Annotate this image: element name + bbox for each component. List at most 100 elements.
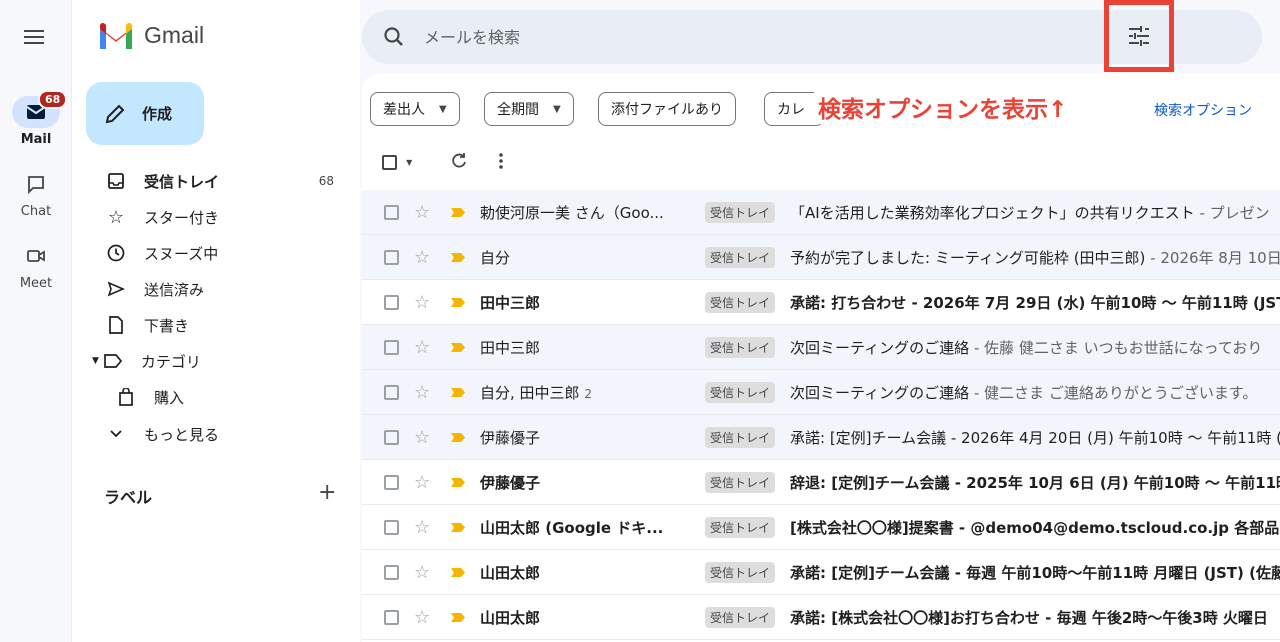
caret-down-icon: ▼: [439, 103, 447, 115]
email-row[interactable]: ☆ 勅使河原一美 さん（Goo... 受信トレイ 「AIを活用した業務効率化プロジェク…: [362, 190, 1280, 235]
star-icon[interactable]: ☆: [414, 427, 430, 448]
importance-marker-icon[interactable]: [450, 387, 466, 398]
filter-chip-attachment[interactable]: 添付ファイルあり: [598, 92, 736, 126]
inbox-tag: 受信トレイ: [705, 291, 776, 313]
nav-item-drafts[interactable]: 下書き: [72, 309, 344, 341]
star-icon[interactable]: ☆: [414, 562, 430, 583]
rail-item-chat[interactable]: Chat: [0, 168, 72, 219]
email-sender: 山田太郎: [480, 563, 541, 582]
caret-down-icon: ▼: [553, 103, 561, 115]
star-icon: ☆: [107, 206, 125, 228]
rail-label-mail: Mail: [20, 132, 52, 147]
email-row[interactable]: ☆ 田中三郎 受信トレイ 承諾: 打ち合わせ - 2026年 7月 29日 (水) 午…: [362, 280, 1280, 325]
nav-item-sent[interactable]: 送信済み: [72, 273, 344, 305]
nav-item-categories[interactable]: ▼ カテゴリ: [72, 345, 344, 377]
nav-item-purchases[interactable]: 購入: [72, 381, 344, 413]
star-icon[interactable]: ☆: [414, 517, 430, 538]
importance-marker-icon[interactable]: [450, 297, 466, 308]
row-checkbox[interactable]: [384, 384, 399, 400]
filter-chip-attachment-label: 添付ファイルあり: [611, 102, 723, 118]
email-sender: 勅使河原一美 さん（Goo...: [480, 203, 664, 222]
importance-marker-icon[interactable]: [450, 522, 466, 533]
email-subject-line: 承諾: 打ち合わせ - 2026年 7月 29日 (水) 午前10時 〜 午前1…: [790, 292, 1280, 313]
importance-marker-icon[interactable]: [450, 477, 466, 488]
filter-chip-date[interactable]: 全期間 ▼: [484, 92, 574, 126]
email-sender: 自分, 田中三郎 2: [480, 383, 592, 402]
more-options-icon[interactable]: [498, 152, 504, 174]
rail-item-mail[interactable]: 68 Mail: [0, 90, 72, 147]
importance-marker-icon[interactable]: [450, 252, 466, 263]
caret-down-icon: ▼: [406, 158, 413, 167]
gmail-logo-text: Gmail: [144, 22, 205, 48]
nav-item-inbox[interactable]: 受信トレイ 68: [72, 165, 344, 197]
row-checkbox[interactable]: [384, 204, 399, 220]
inbox-tag: 受信トレイ: [705, 561, 776, 583]
advanced-search-link[interactable]: 検索オプション: [1154, 100, 1252, 120]
email-row[interactable]: ☆ 伊藤優子 受信トレイ 承諾: [定例]チーム会議 - 2026年 4月 20日 (…: [362, 415, 1280, 460]
email-row[interactable]: ☆ 自分, 田中三郎 2 受信トレイ 次回ミーティングのご連絡 - 健二さま ご連絡あ…: [362, 370, 1280, 415]
star-icon[interactable]: ☆: [414, 292, 430, 313]
email-row[interactable]: ☆ 田中三郎 受信トレイ 次回ミーティングのご連絡 - 佐藤 健二さま いつもお世話に…: [362, 325, 1280, 370]
select-all-checkbox[interactable]: ▼: [382, 152, 412, 171]
email-row[interactable]: ☆ 自分 受信トレイ 予約が完了しました: ミーティング可能枠 (田中三郎) - 20…: [362, 235, 1280, 280]
email-row[interactable]: ☆ 山田太郎 受信トレイ 承諾: [定例]チーム会議 - 毎週 午前10時〜午前11時…: [362, 550, 1280, 595]
importance-marker-icon[interactable]: [450, 342, 466, 353]
main-menu-icon[interactable]: [22, 26, 46, 50]
row-checkbox[interactable]: [384, 474, 399, 490]
search-icon[interactable]: [382, 25, 406, 49]
row-checkbox[interactable]: [384, 429, 399, 445]
email-row[interactable]: ☆ 山田太郎 (Google ドキ... 受信トレイ [株式会社〇〇様]提案書 - @…: [362, 505, 1280, 550]
row-checkbox[interactable]: [384, 564, 399, 580]
search-options-button[interactable]: [1104, 0, 1174, 72]
nav-label-starred: スター付き: [144, 208, 220, 227]
gmail-logo[interactable]: Gmail: [98, 22, 204, 49]
row-checkbox[interactable]: [384, 339, 399, 355]
email-row[interactable]: ☆ 伊藤優子 受信トレイ 辞退: [定例]チーム会議 - 2025年 10月 6日 (…: [362, 460, 1280, 505]
nav-item-snoozed[interactable]: スヌーズ中: [72, 237, 344, 269]
row-checkbox[interactable]: [384, 609, 399, 625]
video-camera-icon: [27, 250, 45, 262]
email-subject: 承諾: [株式会社〇〇様]お打ち合わせ - 毎週 午後2時〜午後3時 火曜日: [790, 608, 1268, 627]
nav-item-starred[interactable]: ☆ スター付き: [72, 201, 344, 233]
chevron-down-icon: [106, 424, 126, 444]
star-icon[interactable]: ☆: [414, 472, 430, 493]
send-icon: [106, 279, 126, 299]
star-icon[interactable]: ☆: [414, 382, 430, 403]
app-rail: 68 Mail Chat Meet: [0, 0, 72, 642]
importance-marker-icon[interactable]: [450, 207, 466, 218]
email-sender: 自分: [480, 248, 511, 267]
nav-item-more[interactable]: もっと見る: [72, 418, 344, 450]
compose-button[interactable]: 作成: [86, 82, 204, 145]
chat-icon: [28, 176, 44, 194]
row-checkbox[interactable]: [384, 294, 399, 310]
email-subject-line: 予約が完了しました: ミーティング可能枠 (田中三郎) - 2026年 8月 1…: [790, 247, 1280, 268]
inbox-tag: 受信トレイ: [705, 471, 776, 493]
email-subject-line: 承諾: [定例]チーム会議 - 2026年 4月 20日 (月) 午前10時 〜…: [790, 427, 1280, 448]
refresh-icon[interactable]: [450, 152, 468, 174]
add-label-icon[interactable]: +: [318, 480, 336, 505]
clock-icon: [106, 243, 126, 263]
row-checkbox[interactable]: [384, 519, 399, 535]
star-icon[interactable]: ☆: [414, 607, 430, 628]
search-input[interactable]: [424, 24, 1024, 50]
email-subject: 辞退: [定例]チーム会議 - 2025年 10月 6日 (月) 午前10時 〜…: [790, 473, 1280, 492]
star-icon[interactable]: ☆: [414, 202, 430, 223]
email-subject-line: [株式会社〇〇様]提案書 - @demo04@demo.tscloud.co.j…: [790, 517, 1280, 538]
star-icon[interactable]: ☆: [414, 247, 430, 268]
row-checkbox[interactable]: [384, 249, 399, 265]
rail-item-meet[interactable]: Meet: [0, 240, 72, 291]
filter-chip-from[interactable]: 差出人 ▼: [370, 92, 460, 126]
star-icon[interactable]: ☆: [414, 337, 430, 358]
importance-marker-icon[interactable]: [450, 567, 466, 578]
filter-chip-date-label: 全期間: [497, 102, 539, 118]
expand-caret-icon[interactable]: ▼: [92, 356, 99, 366]
importance-marker-icon[interactable]: [450, 432, 466, 443]
email-sender: 田中三郎: [480, 338, 541, 357]
email-subject: 承諾: [定例]チーム会議 - 2026年 4月 20日 (月) 午前10時 〜…: [790, 428, 1280, 447]
importance-marker-icon[interactable]: [450, 612, 466, 623]
nav-label-more: もっと見る: [144, 425, 220, 444]
labels-heading: ラベル: [104, 488, 153, 507]
email-row[interactable]: ☆ 山田太郎 受信トレイ 承諾: [株式会社〇〇様]お打ち合わせ - 毎週 午後2時〜…: [362, 595, 1280, 640]
inbox-tag: 受信トレイ: [705, 606, 776, 628]
inbox-tag: 受信トレイ: [705, 201, 776, 223]
